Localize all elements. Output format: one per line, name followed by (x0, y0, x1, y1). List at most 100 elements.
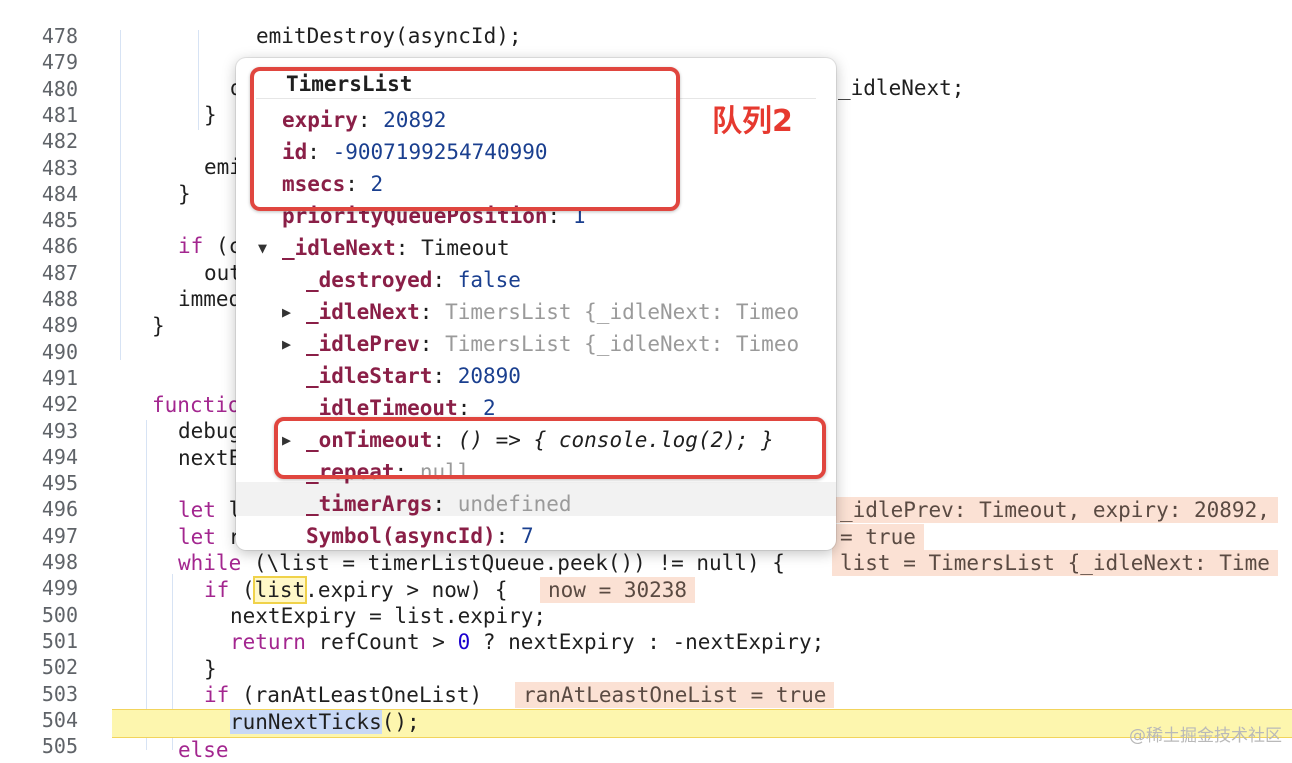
line-number[interactable]: 488 (0, 286, 78, 312)
property-value: undefined (457, 492, 572, 516)
code-line-492[interactable]: functio (152, 392, 241, 418)
code-line-486[interactable]: if (c (178, 233, 241, 259)
code-text: list = timerListQueue.peek()) != null) { (279, 551, 785, 575)
code-text: (ranAtLeastOneList) (229, 683, 483, 707)
line-number[interactable]: 481 (0, 102, 78, 128)
line-number[interactable]: 504 (0, 707, 78, 733)
line-number[interactable]: 502 (0, 654, 78, 680)
line-number[interactable]: 492 (0, 391, 78, 417)
keyword: functio (152, 393, 241, 417)
selected-call[interactable]: runNextTicks (230, 710, 382, 734)
code-line-489[interactable]: } (152, 313, 165, 339)
code-line-497[interactable]: let r (178, 524, 241, 550)
property-nested-idle-next[interactable]: _idleNext: TimersList {_idleNext: Timeo (306, 296, 799, 328)
line-number[interactable]: 482 (0, 128, 78, 154)
code-text: refCount > (305, 630, 458, 654)
keyword: if (178, 234, 204, 258)
colon: : (495, 524, 521, 548)
code-text: nextExpiry = list.expiry; (230, 604, 547, 628)
collapse-triangle-icon[interactable]: ▼ (258, 232, 267, 264)
property-idle-next[interactable]: _idleNext: Timeout (282, 232, 510, 264)
keyword: else (178, 738, 229, 762)
colon: : (419, 300, 446, 324)
code-line-498[interactable]: while (\list = timerListQueue.peek()) !=… (178, 550, 785, 576)
code-text: immed (178, 287, 242, 311)
line-number[interactable]: 495 (0, 470, 78, 496)
expand-triangle-icon[interactable]: ▶ (282, 296, 291, 328)
inline-value-499: now = 30238 (540, 577, 696, 603)
code-line-502[interactable]: } (204, 656, 217, 682)
line-number[interactable]: 499 (0, 575, 78, 601)
property-destroyed[interactable]: _destroyed: false (306, 264, 521, 296)
code-line-501[interactable]: return refCount > 0 ? nextExpiry : -next… (230, 629, 824, 655)
line-number[interactable]: 480 (0, 76, 78, 102)
inline-value-503: ranAtLeastOneList = true (515, 682, 835, 708)
code-text: debug (178, 419, 242, 443)
keyword: if (204, 578, 230, 602)
line-number[interactable]: 478 (0, 23, 78, 49)
annotation-box-on-timeout (274, 417, 826, 479)
property-key: _destroyed (306, 268, 433, 292)
line-number[interactable]: 496 (0, 496, 78, 522)
keyword: let (178, 525, 216, 549)
code-line-494[interactable]: nextE (178, 445, 241, 471)
line-number[interactable]: 489 (0, 312, 78, 338)
line-number[interactable]: 479 (0, 49, 78, 75)
code-text: (); (381, 710, 420, 734)
code-line-481[interactable]: } (204, 102, 217, 128)
line-number[interactable]: 487 (0, 260, 78, 286)
line-number[interactable]: 484 (0, 181, 78, 207)
code-line-503[interactable]: if (ranAtLeastOneList) (204, 682, 482, 708)
code-line-504[interactable]: runNextTicks(); (230, 709, 420, 735)
watermark: @稀土掘金技术社区 (1129, 726, 1282, 746)
number-literal: 0 (457, 630, 471, 654)
code-line-488[interactable]: immed (178, 286, 241, 312)
code-text: } (204, 657, 217, 681)
code-text: emitDestroy(asyncId); (256, 24, 522, 48)
code-line-496[interactable]: let l (178, 497, 241, 523)
property-value: TimersList {_idleNext: Timeo (445, 332, 800, 356)
colon: : (432, 364, 458, 388)
property-key: _idlePrev (306, 332, 420, 356)
line-number[interactable]: 486 (0, 233, 78, 259)
code-line-478[interactable]: emitDestroy(asyncId); (256, 23, 522, 49)
code-text: } (152, 314, 165, 338)
code-text: .expiry > now) { (305, 578, 508, 602)
line-number[interactable]: 493 (0, 418, 78, 444)
colon: : (432, 492, 458, 516)
keyword: return (230, 630, 306, 654)
expand-triangle-icon[interactable]: ▶ (282, 328, 291, 360)
line-number[interactable]: 497 (0, 523, 78, 549)
property-idle-prev[interactable]: _idlePrev: TimersList {_idleNext: Timeo (306, 328, 799, 360)
line-number[interactable]: 503 (0, 681, 78, 707)
property-idle-start[interactable]: _idleStart: 20890 (306, 360, 521, 392)
line-number[interactable]: 498 (0, 549, 78, 575)
line-number[interactable]: 483 (0, 155, 78, 181)
property-value: TimersList {_idleNext: Timeo (445, 300, 800, 324)
line-number[interactable]: 501 (0, 628, 78, 654)
keyword: while (178, 551, 242, 575)
property-key: _idleNext (306, 300, 420, 324)
annotation-box-queue-fields (250, 67, 680, 211)
line-number[interactable]: 491 (0, 365, 78, 391)
code-line-499[interactable]: if (list.expiry > now) { (204, 576, 508, 604)
highlighted-variable[interactable]: list (252, 576, 308, 604)
line-number[interactable]: 490 (0, 339, 78, 365)
code-line-484[interactable]: } (178, 181, 191, 207)
code-line-505[interactable]: else (178, 737, 229, 763)
colon: : (395, 236, 422, 260)
property-symbol-async-id[interactable]: Symbol(asyncId): 7 (306, 520, 534, 550)
colon: : (432, 268, 458, 292)
line-number[interactable]: 494 (0, 444, 78, 470)
inline-value-496: _idlePrev: Timeout, expiry: 20892, (832, 497, 1278, 523)
code-line-480-tail[interactable]: _idleNext; (838, 75, 964, 101)
line-number[interactable]: 505 (0, 733, 78, 759)
property-value: Timeout (421, 236, 510, 260)
property-timer-args[interactable]: _timerArgs: undefined (306, 488, 572, 520)
line-number[interactable]: 485 (0, 207, 78, 233)
property-key: _idleNext (282, 236, 396, 260)
code-line-493[interactable]: debug (178, 418, 241, 444)
line-number[interactable]: 500 (0, 602, 78, 628)
inline-value-497: = true (832, 524, 924, 550)
code-line-500[interactable]: nextExpiry = list.expiry; (230, 603, 546, 629)
